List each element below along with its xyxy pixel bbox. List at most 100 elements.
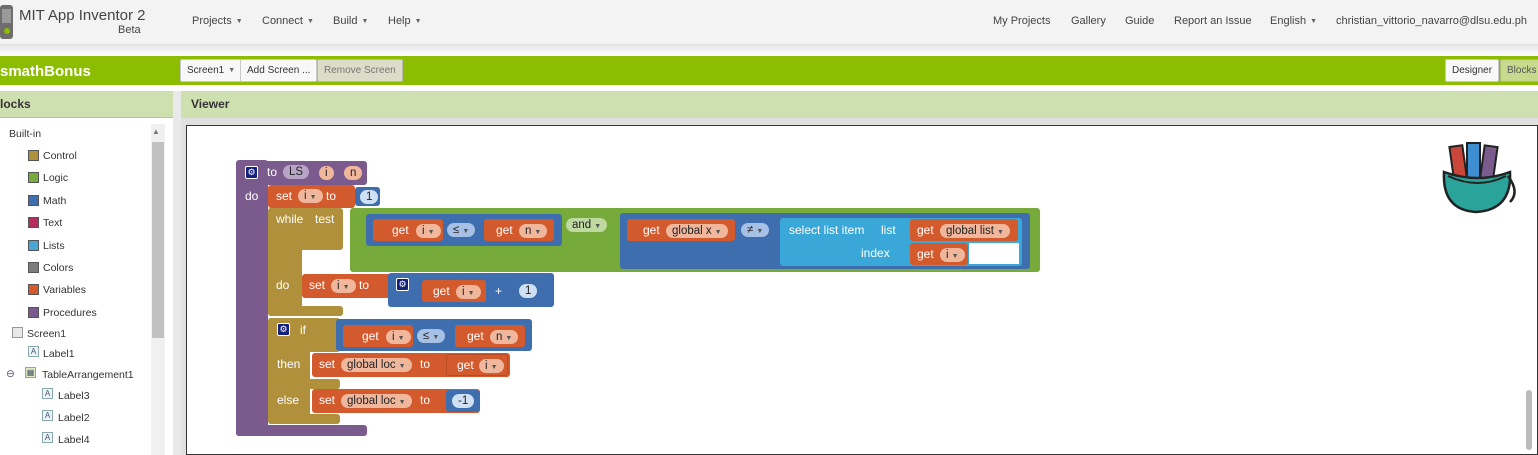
- designer-button[interactable]: Designer: [1445, 59, 1500, 82]
- operator-dropdown[interactable]: ≠ ▼: [741, 223, 770, 237]
- menu-help[interactable]: Help ▼: [388, 15, 422, 27]
- and-dropdown[interactable]: and ▼: [566, 218, 608, 232]
- app-inventor-logo-icon[interactable]: [0, 3, 14, 41]
- tree-table-arrangement1[interactable]: TableArrangement1: [42, 369, 134, 381]
- category-procedures[interactable]: Procedures: [43, 307, 97, 319]
- mutator-gear-icon[interactable]: ⚙: [245, 166, 258, 179]
- var-dropdown[interactable]: global list ▼: [940, 224, 1010, 238]
- menu-help-label: Help: [388, 15, 411, 27]
- var-dropdown[interactable]: i ▼: [298, 189, 323, 203]
- link-gallery[interactable]: Gallery: [1071, 15, 1106, 27]
- number-field[interactable]: 1: [360, 190, 379, 204]
- tree-label3[interactable]: Label3: [58, 390, 90, 402]
- account-menu[interactable]: christian_vittorio_navarro@dlsu.edu.ph: [1336, 15, 1527, 27]
- param-n[interactable]: n: [344, 166, 363, 180]
- link-report-issue[interactable]: Report an Issue: [1174, 15, 1252, 27]
- category-color-swatch: [28, 172, 39, 184]
- operator-dropdown[interactable]: ≤ ▼: [447, 223, 476, 237]
- number-field[interactable]: -1: [452, 394, 475, 408]
- chevron-down-icon: ▼: [534, 229, 542, 236]
- category-logic[interactable]: Logic: [43, 172, 68, 184]
- collapse-toggle-icon[interactable]: ⊖: [6, 368, 15, 380]
- mutator-gear-icon[interactable]: ⚙: [277, 323, 290, 336]
- table-arrangement-icon: ▦: [25, 367, 36, 378]
- proc-name-field[interactable]: LS: [283, 165, 310, 179]
- remove-screen-button[interactable]: Remove Screen: [317, 59, 403, 82]
- menu-connect[interactable]: Connect ▼: [262, 15, 314, 27]
- tree-label2[interactable]: Label2: [58, 412, 90, 424]
- project-toolbar: smathBonus Screen1 ▼ Add Screen ... Remov…: [0, 56, 1538, 85]
- while-do-label: do: [276, 278, 290, 292]
- add-screen-button[interactable]: Add Screen ...: [240, 59, 318, 82]
- tree-builtin[interactable]: Built-in: [9, 128, 41, 140]
- chevron-down-icon: ▼: [235, 18, 243, 25]
- var-dropdown-value: i: [304, 190, 307, 202]
- category-control[interactable]: Control: [43, 150, 77, 162]
- chevron-down-icon: ▼: [361, 18, 369, 25]
- operator-dropdown[interactable]: ≤ ▼: [417, 329, 446, 343]
- var-dropdown-value: i: [422, 225, 425, 237]
- operator-dropdown-value: ≤: [423, 330, 430, 342]
- chevron-down-icon: ▼: [342, 284, 350, 291]
- to-label: to: [359, 278, 370, 292]
- workspace-scrollbar[interactable]: [1526, 390, 1532, 450]
- chevron-down-icon: ▼: [490, 364, 498, 371]
- app-title[interactable]: MIT App Inventor 2: [19, 7, 145, 24]
- var-dropdown[interactable]: global x ▼: [666, 224, 728, 238]
- var-dropdown[interactable]: global loc ▼: [341, 394, 412, 408]
- var-dropdown-value: global list: [946, 225, 994, 237]
- var-dropdown-value: global x: [672, 225, 712, 237]
- menu-connect-label: Connect: [262, 15, 303, 27]
- splitter[interactable]: [173, 91, 181, 455]
- category-colors[interactable]: Colors: [43, 262, 73, 274]
- var-dropdown-value: global loc: [347, 359, 396, 371]
- menu-build[interactable]: Build ▼: [333, 15, 368, 27]
- scroll-up-arrow-icon[interactable]: ▲: [152, 127, 160, 136]
- mutator-gear-icon[interactable]: ⚙: [396, 278, 409, 291]
- link-guide[interactable]: Guide: [1125, 15, 1154, 27]
- var-dropdown[interactable]: global loc ▼: [341, 358, 412, 372]
- var-dropdown[interactable]: i ▼: [940, 248, 965, 262]
- var-dropdown[interactable]: i ▼: [331, 279, 356, 293]
- to-label: to: [326, 189, 337, 203]
- menu-projects[interactable]: Projects ▼: [192, 15, 243, 27]
- category-text[interactable]: Text: [43, 217, 62, 229]
- tree-screen1[interactable]: Screen1: [27, 328, 66, 340]
- category-color-swatch: [28, 306, 39, 318]
- var-dropdown[interactable]: i ▼: [456, 285, 481, 299]
- else-label: else: [277, 393, 300, 407]
- menu-language[interactable]: English ▼: [1270, 15, 1317, 27]
- backpack-icon[interactable]: [1438, 140, 1520, 215]
- index-label: index: [861, 246, 890, 260]
- viewer-header: Viewer: [181, 91, 1538, 118]
- category-lists[interactable]: Lists: [43, 240, 65, 252]
- label-icon: A: [42, 388, 53, 399]
- if-label: if: [300, 323, 306, 337]
- chevron-down-icon: ▼: [427, 229, 435, 236]
- blocks-button[interactable]: Blocks: [1500, 59, 1538, 82]
- sidebar-scrollbar-thumb[interactable]: [152, 142, 164, 338]
- select-list-item-label: select list item: [789, 223, 865, 237]
- var-dropdown[interactable]: i ▼: [479, 359, 504, 373]
- var-dropdown-value: i: [337, 280, 340, 292]
- var-dropdown[interactable]: i ▼: [386, 330, 411, 344]
- number-field[interactable]: 1: [519, 284, 538, 298]
- var-dropdown[interactable]: n ▼: [490, 330, 519, 344]
- var-dropdown[interactable]: n ▼: [519, 224, 548, 238]
- link-my-projects[interactable]: My Projects: [993, 15, 1050, 27]
- and-dropdown-value: and: [572, 219, 592, 231]
- category-math[interactable]: Math: [43, 195, 66, 207]
- operator-dropdown-value: ≤: [453, 224, 460, 236]
- category-color-swatch: [28, 194, 39, 206]
- category-color-swatch: [28, 239, 39, 251]
- tree-label4[interactable]: Label4: [58, 434, 90, 446]
- set-label: set: [309, 278, 326, 292]
- var-dropdown[interactable]: i ▼: [416, 224, 441, 238]
- tree-label1[interactable]: Label1: [43, 348, 75, 360]
- category-variables[interactable]: Variables: [43, 284, 86, 296]
- param-i[interactable]: i: [319, 166, 334, 180]
- then-label: then: [277, 357, 301, 371]
- test-label: test: [315, 212, 335, 226]
- screen-select[interactable]: Screen1 ▼: [180, 59, 243, 82]
- empty-slot: [969, 243, 1019, 264]
